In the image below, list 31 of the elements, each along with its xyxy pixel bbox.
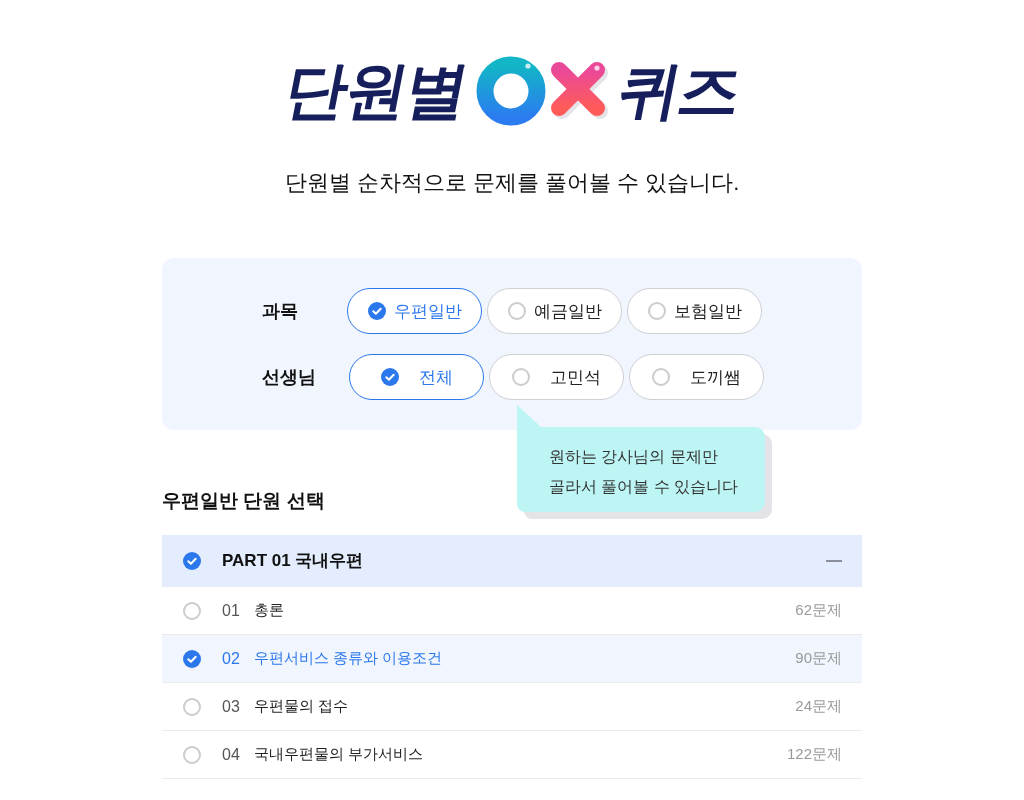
logo-text: 단원별: [277, 55, 474, 127]
filter-option[interactable]: 도끼쌤: [629, 354, 764, 400]
unit-number: 02: [222, 649, 241, 668]
subtitle: 단원별 순차적으로 문제를 풀어볼 수 있습니다.: [284, 169, 740, 197]
filter-label: 과목: [262, 300, 299, 323]
filter-option[interactable]: 고민석: [489, 354, 624, 400]
unit-number: 03: [222, 697, 241, 716]
part-title: PART 01 국내우편: [222, 550, 365, 572]
unit-title: 총론: [254, 601, 285, 620]
unit-number: 04: [222, 745, 241, 764]
tooltip-tail-icon: [517, 405, 541, 427]
filter-option[interactable]: 우편일반: [347, 288, 482, 334]
unit-title: 우편서비스 종류와 이용조건: [254, 649, 444, 668]
question-count: 24문제: [795, 697, 842, 716]
part-header[interactable]: PART 01 국내우편: [162, 535, 862, 587]
cross-icon: [548, 60, 611, 122]
unit-number: 01: [222, 601, 241, 620]
minus-icon[interactable]: [826, 559, 842, 562]
unit-title: 국내우편물의 부가서비스: [254, 745, 425, 764]
section-title: 우편일반 단원 선택: [162, 489, 325, 513]
question-count: 122문제: [786, 745, 842, 764]
filter-option[interactable]: 전체: [349, 354, 484, 400]
filter-option[interactable]: 예금일반: [487, 288, 622, 334]
filter-option[interactable]: 보험일반: [627, 288, 762, 334]
ring-icon: [475, 56, 546, 126]
unit-title: 우편물의 접수: [254, 697, 350, 716]
question-count: 62문제: [795, 601, 842, 620]
question-count: 90문제: [795, 649, 842, 668]
filter-label: 선생님: [262, 366, 317, 389]
unit-row[interactable]: 02 우편서비스 종류와 이용조건 90문제: [162, 635, 862, 683]
logo-text: 퀴즈: [610, 55, 747, 127]
